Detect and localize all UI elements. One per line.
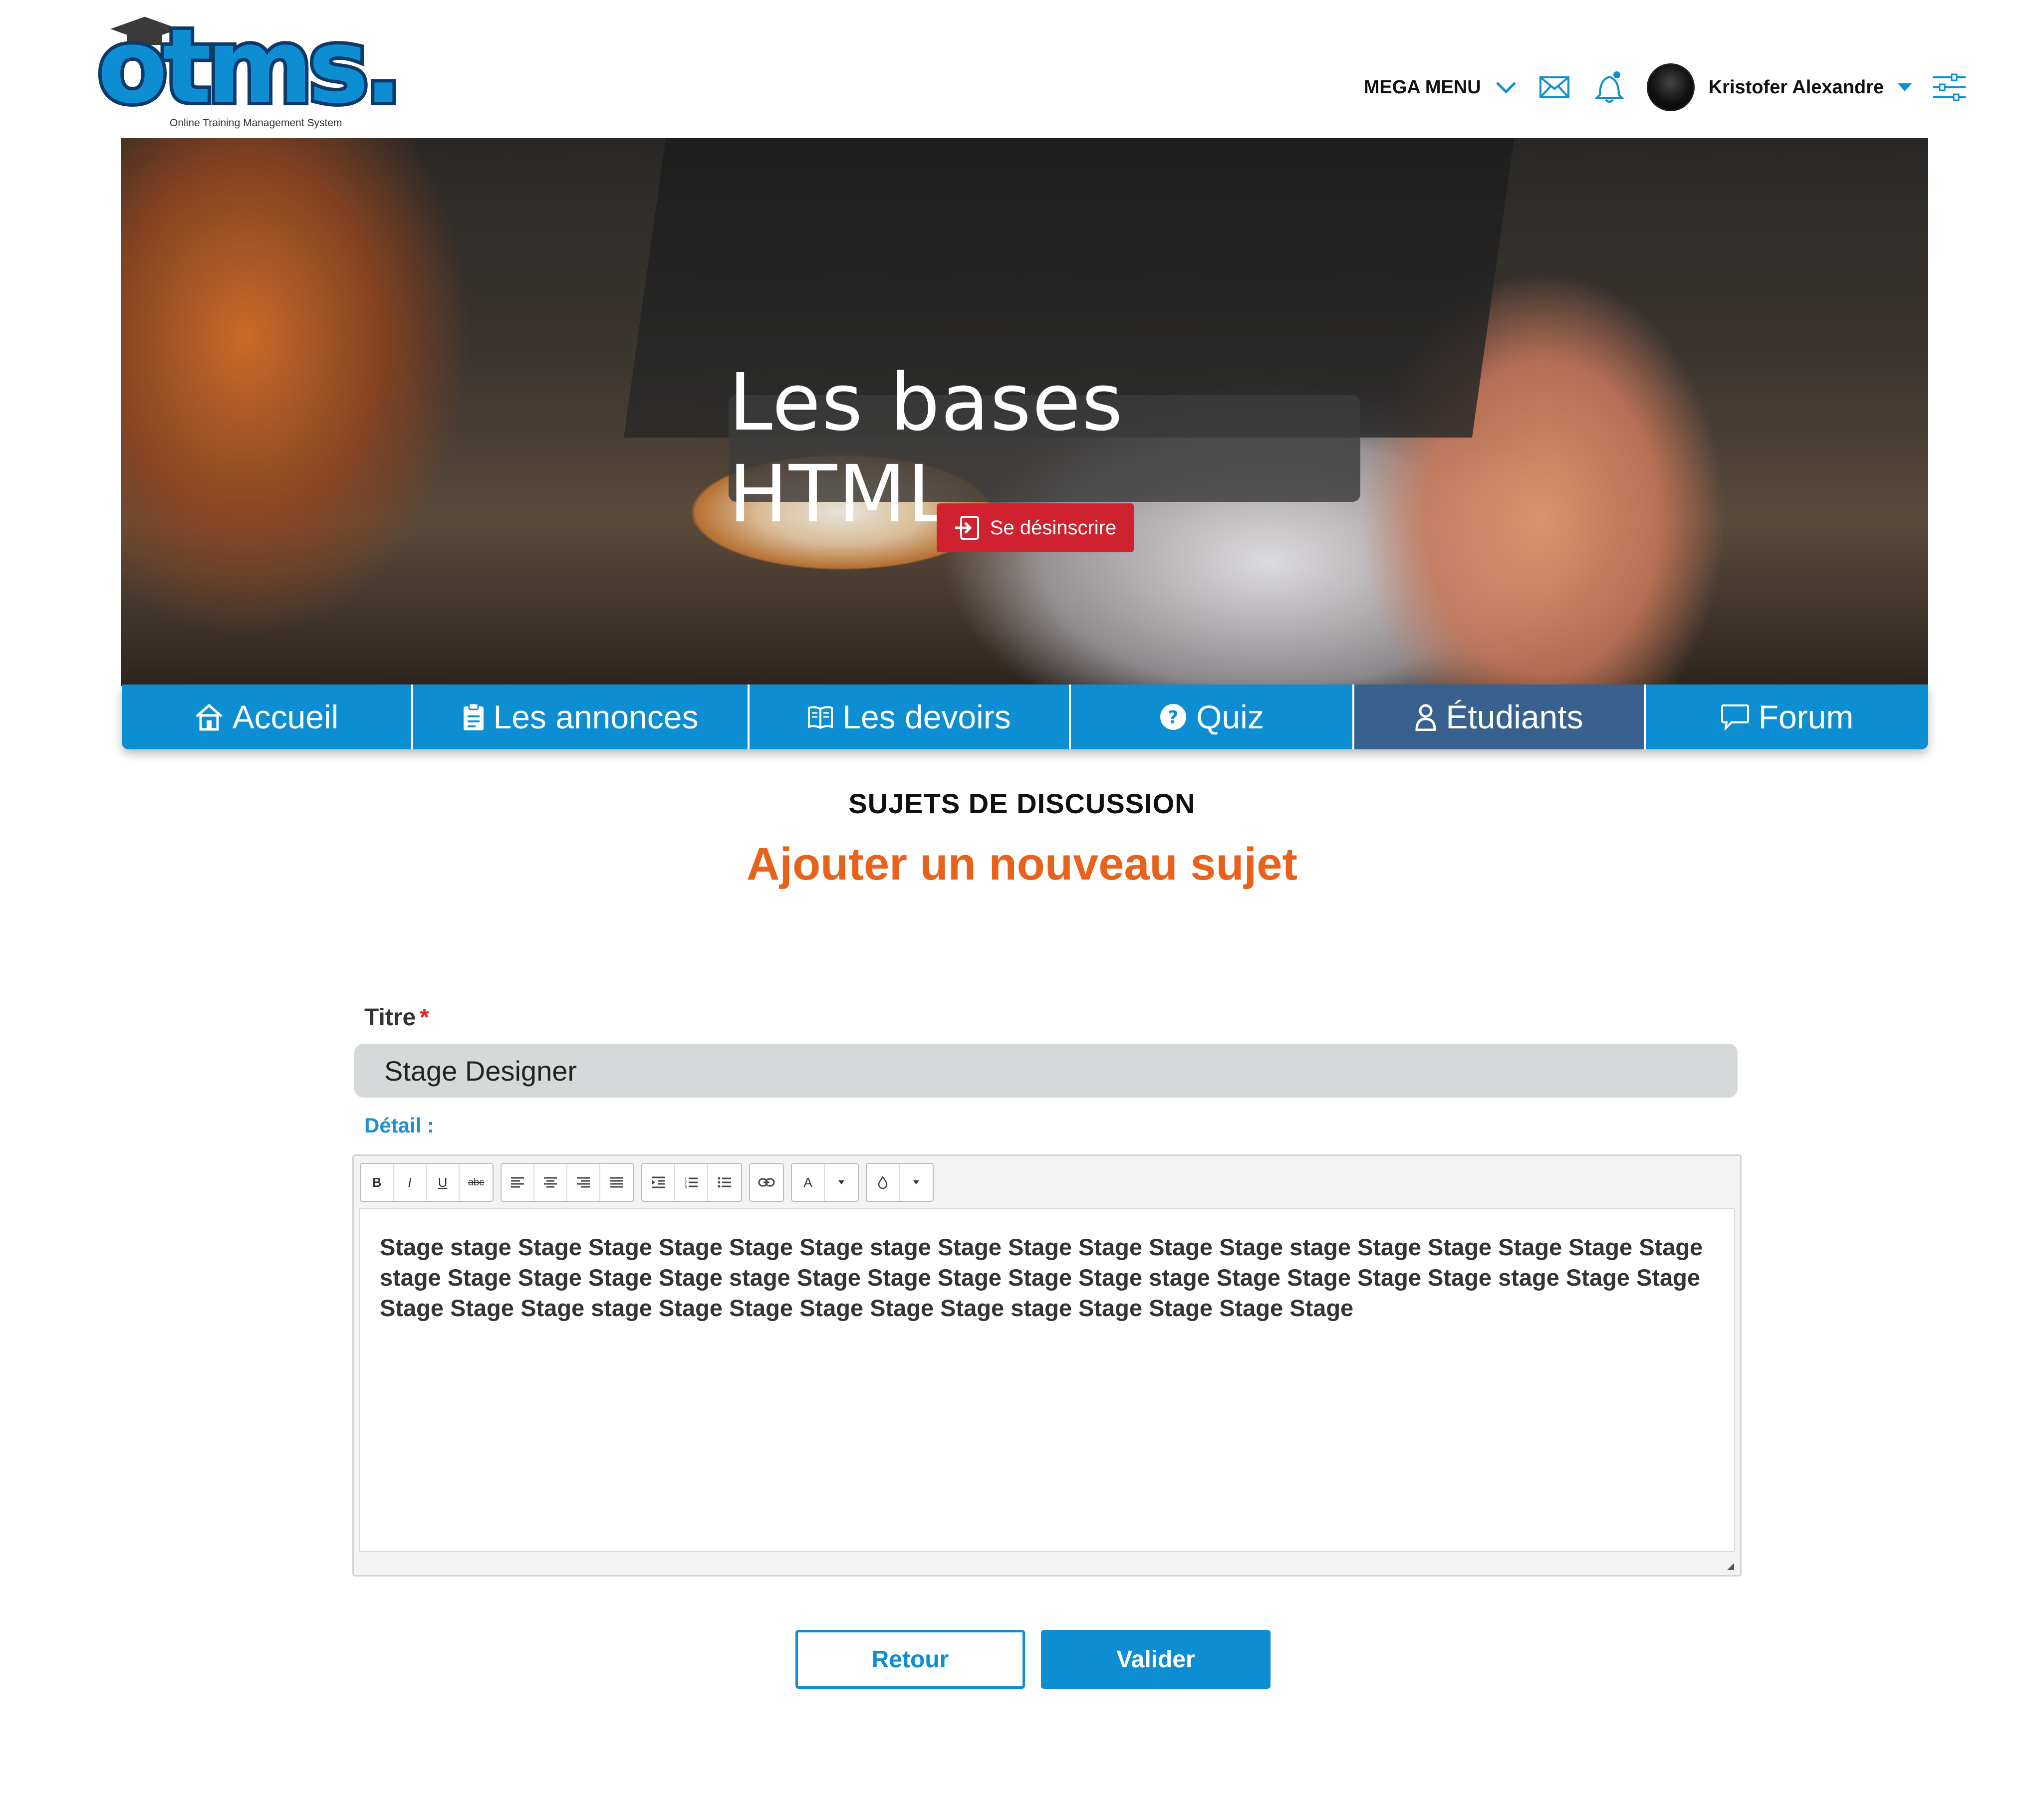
unsubscribe-button[interactable]: Se désinscrire	[937, 503, 1134, 552]
italic-button[interactable]: I	[394, 1164, 427, 1201]
chat-icon	[1721, 704, 1749, 730]
submit-button[interactable]: Valider	[1041, 1630, 1271, 1689]
justify-button[interactable]	[600, 1164, 633, 1201]
tab-label: Accueil	[232, 698, 339, 735]
mail-icon	[1539, 76, 1569, 98]
caret-down-icon	[913, 1180, 919, 1184]
svg-text:?: ?	[1168, 707, 1179, 728]
align-right-button[interactable]	[567, 1164, 600, 1201]
align-center-button[interactable]	[534, 1164, 567, 1201]
toolbar-group-align	[501, 1163, 634, 1202]
bullet-list-button[interactable]	[708, 1164, 741, 1201]
otms-logo[interactable]: otms. Online Training Management System	[94, 11, 406, 129]
settings-button[interactable]	[1932, 70, 1967, 105]
tab-label: Les annonces	[493, 698, 699, 735]
strikethrough-button[interactable]: abc	[460, 1164, 493, 1201]
bell-icon	[1594, 71, 1624, 103]
tab-quiz[interactable]: ? Quiz	[1071, 684, 1354, 749]
tab-label: Forum	[1758, 698, 1854, 735]
justify-icon	[610, 1177, 623, 1188]
caret-down-icon	[838, 1180, 844, 1184]
unsubscribe-label: Se désinscrire	[990, 516, 1117, 539]
ordered-list-button[interactable]: 123	[675, 1164, 708, 1201]
toolbar-group-lists: 123	[641, 1163, 742, 1202]
align-left-icon	[511, 1177, 524, 1188]
link-icon	[758, 1178, 775, 1187]
tab-forum[interactable]: Forum	[1646, 684, 1928, 749]
bold-button[interactable]: B	[361, 1164, 394, 1201]
detail-label: Détail :	[364, 1114, 435, 1137]
top-navigation: MEGA MENU Kristofer Alexandre	[1364, 60, 1967, 115]
logo-wordmark: otms.	[94, 7, 406, 126]
highlight-dropdown[interactable]	[900, 1164, 933, 1201]
chevron-down-icon	[1496, 82, 1516, 94]
notifications-button[interactable]	[1592, 70, 1627, 105]
sign-out-icon	[955, 516, 979, 540]
home-icon	[195, 703, 223, 731]
underline-button[interactable]: U	[427, 1164, 460, 1201]
bullet-list-icon	[718, 1177, 731, 1188]
font-color-button[interactable]: A	[792, 1164, 825, 1201]
toolbar-group-highlight	[866, 1163, 934, 1202]
question-icon: ?	[1160, 704, 1187, 730]
tab-label: Les devoirs	[842, 698, 1011, 735]
tab-etudiants[interactable]: Étudiants	[1354, 684, 1646, 749]
logo-subtitle: Online Training Management System	[170, 117, 342, 129]
avatar	[1646, 63, 1695, 111]
book-icon	[808, 706, 833, 729]
tab-label: Étudiants	[1446, 698, 1583, 735]
tab-accueil[interactable]: Accueil	[122, 684, 413, 749]
indent-icon	[652, 1176, 665, 1188]
font-color-dropdown[interactable]	[825, 1164, 858, 1201]
mega-menu-button[interactable]: MEGA MENU	[1364, 77, 1517, 98]
title-label-text: Titre	[364, 1004, 416, 1031]
align-center-icon	[544, 1177, 557, 1188]
user-name: Kristofer Alexandre	[1708, 76, 1884, 98]
align-left-button[interactable]	[502, 1164, 534, 1201]
rich-text-editor: B I U abc 123 A Stage stage Stage Stage	[352, 1154, 1742, 1577]
back-button[interactable]: Retour	[795, 1630, 1025, 1689]
tab-les-devoirs[interactable]: Les devoirs	[750, 684, 1071, 749]
toolbar-group-color: A	[791, 1163, 859, 1202]
align-right-icon	[577, 1177, 590, 1188]
sliders-icon	[1933, 73, 1966, 101]
indent-button[interactable]	[642, 1164, 675, 1201]
course-banner: Les bases HTML Se désinscrire	[121, 138, 1928, 686]
user-menu[interactable]: Kristofer Alexandre	[1646, 63, 1912, 111]
title-field-label: Titre *	[364, 1004, 429, 1031]
course-tabs: Accueil Les annonces Les devoirs ? Quiz …	[122, 684, 1928, 749]
caret-down-icon	[1898, 83, 1912, 91]
user-icon	[1415, 704, 1436, 731]
mail-button[interactable]	[1537, 70, 1572, 105]
mega-menu-label: MEGA MENU	[1363, 76, 1481, 98]
clipboard-icon	[463, 702, 484, 730]
title-input[interactable]	[354, 1044, 1738, 1098]
toolbar-group-style: B I U abc	[360, 1163, 494, 1202]
section-label: SUJETS DE DISCUSSION	[848, 788, 1196, 819]
tab-les-annonces[interactable]: Les annonces	[413, 684, 750, 749]
course-title-box: Les bases HTML	[729, 357, 1360, 540]
droplet-icon	[878, 1176, 888, 1189]
svg-text:3: 3	[684, 1185, 687, 1189]
editor-content[interactable]: Stage stage Stage Stage Stage Stage Stag…	[359, 1208, 1735, 1552]
page-title: Ajouter un nouveau sujet	[746, 839, 1298, 890]
ordered-list-icon: 123	[684, 1177, 698, 1189]
resize-handle-icon[interactable]	[1727, 1563, 1734, 1570]
tab-label: Quiz	[1196, 698, 1264, 735]
highlight-button[interactable]	[867, 1164, 900, 1201]
editor-toolbar: B I U abc 123 A	[360, 1163, 934, 1202]
toolbar-group-link	[749, 1163, 784, 1202]
link-button[interactable]	[750, 1164, 783, 1201]
required-asterisk: *	[420, 1004, 429, 1031]
